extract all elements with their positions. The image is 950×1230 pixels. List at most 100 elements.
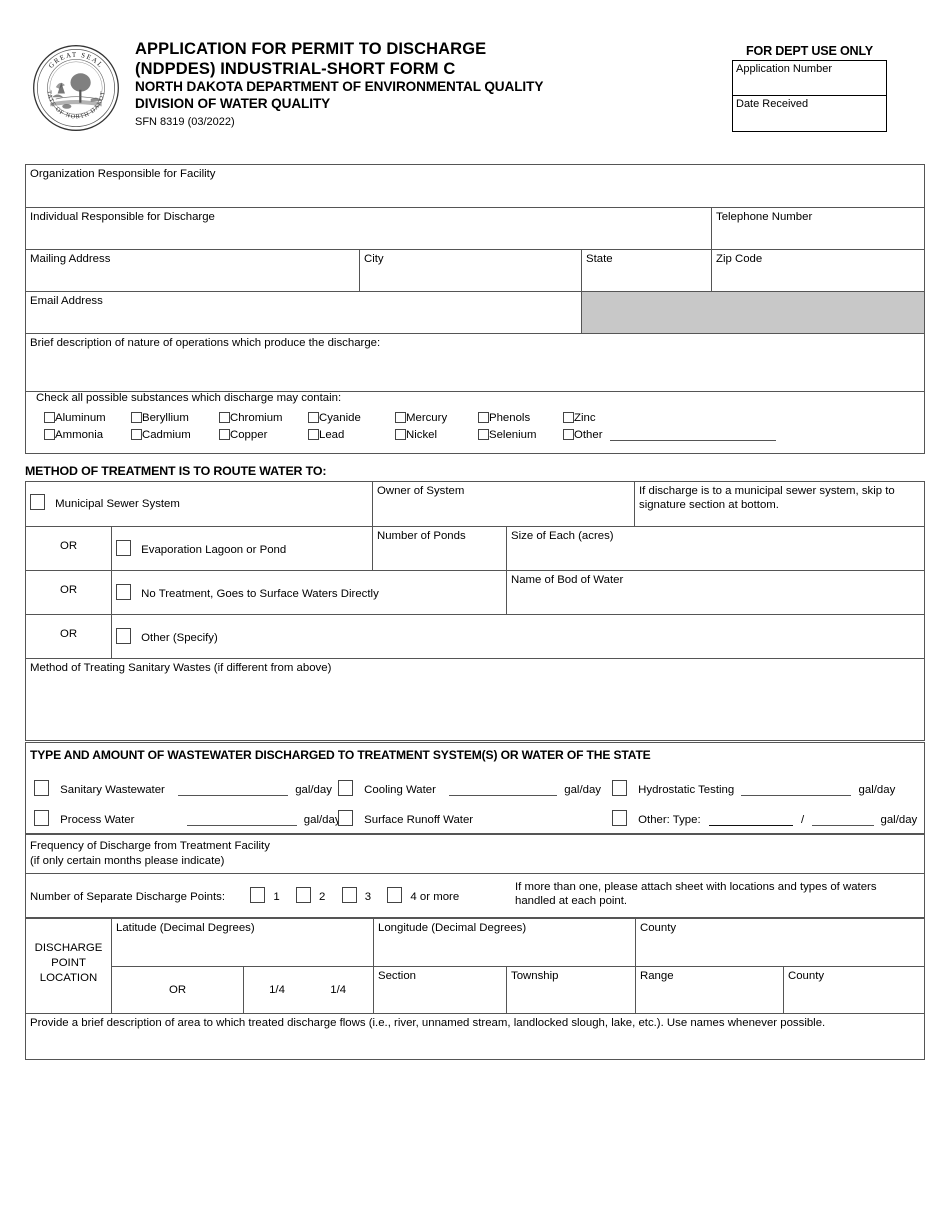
checkbox-copper[interactable] bbox=[219, 429, 230, 440]
checkbox-evaporation-lagoon[interactable] bbox=[116, 540, 131, 556]
checkbox-other-substance[interactable] bbox=[563, 429, 574, 440]
owner-of-system-field[interactable]: Owner of System bbox=[372, 482, 634, 526]
discharge-point-option-2[interactable]: 2 bbox=[295, 887, 329, 903]
range-field[interactable]: Range bbox=[635, 966, 783, 1013]
substance-label: Ammonia bbox=[55, 429, 104, 441]
substance-aluminum[interactable]: Aluminum bbox=[44, 412, 106, 424]
checkbox-beryllium[interactable] bbox=[131, 412, 142, 423]
discharge-point-option-1[interactable]: 1 bbox=[250, 887, 283, 903]
checkbox-process-water[interactable] bbox=[34, 810, 49, 826]
organization-field[interactable]: Organization Responsible for Facility bbox=[26, 165, 924, 207]
hydrostatic-testing-option[interactable]: Hydrostatic Testing gal/day bbox=[612, 780, 895, 796]
substance-ammonia[interactable]: Ammonia bbox=[44, 429, 103, 441]
checkbox-zinc[interactable] bbox=[563, 412, 574, 423]
checkbox-selenium[interactable] bbox=[478, 429, 489, 440]
zip-code-field[interactable]: Zip Code bbox=[711, 250, 924, 291]
substance-selenium[interactable]: Selenium bbox=[478, 429, 537, 441]
city-field[interactable]: City bbox=[359, 250, 581, 291]
checkbox-discharge-points-2[interactable] bbox=[295, 887, 311, 903]
substance-phenols[interactable]: Phenols bbox=[478, 412, 530, 424]
substance-beryllium[interactable]: Beryllium bbox=[131, 412, 189, 424]
email-field[interactable]: Email Address bbox=[26, 292, 581, 333]
substance-label: Nickel bbox=[406, 429, 438, 441]
other-substance-input[interactable] bbox=[609, 440, 776, 441]
state-field[interactable]: State bbox=[581, 250, 711, 291]
other-wastewater-option[interactable]: Other: Type: / gal/day bbox=[612, 810, 917, 826]
checkbox-municipal-sewer[interactable] bbox=[30, 494, 45, 510]
checkbox-phenols[interactable] bbox=[478, 412, 489, 423]
sanitary-wastewater-input[interactable] bbox=[178, 795, 289, 796]
individual-responsible-field[interactable]: Individual Responsible for Discharge bbox=[26, 208, 711, 249]
quarter-quarter-cell[interactable]: 1/4 1/4 bbox=[243, 966, 373, 1013]
number-of-ponds-field[interactable]: Number of Ponds bbox=[372, 527, 506, 570]
sanitary-wastewater-option[interactable]: Sanitary Wastewater gal/day bbox=[34, 780, 332, 796]
hydrostatic-testing-input[interactable] bbox=[741, 795, 852, 796]
process-water-input[interactable] bbox=[186, 825, 297, 826]
discharge-points-row: Number of Separate Discharge Points: 1 2… bbox=[26, 873, 924, 918]
substance-mercury[interactable]: Mercury bbox=[395, 412, 447, 424]
checkbox-hydrostatic-testing[interactable] bbox=[612, 780, 627, 796]
discharge-area-description-field[interactable]: Provide a brief description of area to w… bbox=[26, 1014, 924, 1059]
longitude-field[interactable]: Longitude (Decimal Degrees) bbox=[373, 919, 635, 966]
substance-cadmium[interactable]: Cadmium bbox=[131, 429, 191, 441]
checkbox-other-treatment[interactable] bbox=[116, 628, 131, 644]
mailing-address-label: Mailing Address bbox=[30, 253, 111, 265]
date-received-field[interactable]: Date Received bbox=[733, 96, 886, 131]
substance-zinc[interactable]: Zinc bbox=[563, 412, 596, 424]
checkbox-cooling-water[interactable] bbox=[338, 780, 353, 796]
application-number-field[interactable]: Application Number bbox=[733, 61, 886, 96]
other-wastewater-type-input[interactable] bbox=[708, 825, 793, 826]
substance-lead[interactable]: Lead bbox=[308, 429, 344, 441]
evaporation-lagoon-option[interactable]: Evaporation Lagoon or Pond bbox=[111, 527, 372, 570]
substance-label: Other bbox=[574, 429, 603, 441]
section-field[interactable]: Section bbox=[373, 966, 506, 1013]
checkbox-discharge-points-1[interactable] bbox=[250, 887, 266, 903]
telephone-field[interactable]: Telephone Number bbox=[711, 208, 924, 249]
checkbox-ammonia[interactable] bbox=[44, 429, 55, 440]
checkbox-aluminum[interactable] bbox=[44, 412, 55, 423]
discharge-points-prompt: Number of Separate Discharge Points: bbox=[30, 891, 226, 903]
checkbox-discharge-points-3[interactable] bbox=[341, 887, 357, 903]
sanitary-waste-method-field[interactable]: Method of Treating Sanitary Wastes (if d… bbox=[26, 659, 924, 740]
cooling-water-option[interactable]: Cooling Water gal/day bbox=[338, 780, 601, 796]
email-label: Email Address bbox=[30, 295, 103, 307]
checkbox-mercury[interactable] bbox=[395, 412, 406, 423]
county-second-field[interactable]: County bbox=[783, 966, 924, 1013]
checkbox-no-treatment[interactable] bbox=[116, 584, 131, 600]
checkbox-nickel[interactable] bbox=[395, 429, 406, 440]
surface-runoff-option[interactable]: Surface Runoff Water bbox=[338, 810, 473, 826]
latitude-field[interactable]: Latitude (Decimal Degrees) bbox=[111, 919, 373, 966]
discharge-point-option-4-or-more[interactable]: 4 or more bbox=[387, 887, 459, 903]
other-treatment-option[interactable]: Other (Specify) bbox=[111, 615, 924, 658]
substances-prompt: Check all possible substances which disc… bbox=[36, 392, 342, 404]
mailing-address-field[interactable]: Mailing Address bbox=[26, 250, 359, 291]
township-field[interactable]: Township bbox=[506, 966, 635, 1013]
checkbox-chromium[interactable] bbox=[219, 412, 230, 423]
name-of-body-of-water-field[interactable]: Name of Bod of Water bbox=[506, 571, 924, 614]
checkbox-cyanide[interactable] bbox=[308, 412, 319, 423]
no-treatment-option[interactable]: No Treatment, Goes to Surface Waters Dir… bbox=[111, 571, 506, 614]
substance-other[interactable]: Other bbox=[563, 429, 776, 441]
checkbox-discharge-points-4-or-more[interactable] bbox=[387, 887, 403, 903]
option-label: 2 bbox=[319, 891, 326, 903]
municipal-sewer-option[interactable]: Municipal Sewer System bbox=[26, 482, 372, 526]
other-wastewater-amount-input[interactable] bbox=[812, 825, 875, 826]
substance-nickel[interactable]: Nickel bbox=[395, 429, 437, 441]
or-location-cell: OR bbox=[111, 966, 243, 1013]
process-water-option[interactable]: Process Water gal/day bbox=[34, 810, 341, 826]
county-field[interactable]: County bbox=[635, 919, 924, 966]
checkbox-surface-runoff-water[interactable] bbox=[338, 810, 353, 826]
cooling-water-input[interactable] bbox=[449, 795, 558, 796]
operations-description-field[interactable]: Brief description of nature of operation… bbox=[26, 334, 924, 391]
substance-copper[interactable]: Copper bbox=[219, 429, 267, 441]
checkbox-sanitary-wastewater[interactable] bbox=[34, 780, 49, 796]
discharge-point-option-3[interactable]: 3 bbox=[341, 887, 375, 903]
size-of-each-field[interactable]: Size of Each (acres) bbox=[506, 527, 924, 570]
substance-cyanide[interactable]: Cyanide bbox=[308, 412, 361, 424]
frequency-field[interactable]: Frequency of Discharge from Treatment Fa… bbox=[26, 835, 924, 873]
division-name: DIVISION OF WATER QUALITY bbox=[135, 95, 331, 111]
checkbox-cadmium[interactable] bbox=[131, 429, 142, 440]
checkbox-lead[interactable] bbox=[308, 429, 319, 440]
checkbox-other-wastewater[interactable] bbox=[612, 810, 627, 826]
substance-chromium[interactable]: Chromium bbox=[219, 412, 283, 424]
